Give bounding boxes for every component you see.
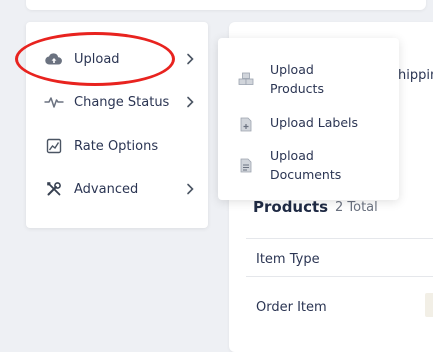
submenu-item-upload-documents[interactable]: Upload Documents <box>218 146 399 186</box>
chart-icon <box>44 136 64 156</box>
menu-item-label: Rate Options <box>74 138 159 154</box>
label-line: Documents <box>270 167 342 182</box>
menu-item-label: Change Status <box>74 94 170 110</box>
menu-item-label: Advanced <box>74 181 139 197</box>
products-count: 2 Total <box>335 200 378 215</box>
divider <box>246 238 433 239</box>
file-plus-icon <box>238 116 254 132</box>
divider <box>246 276 433 277</box>
activity-icon <box>44 92 64 112</box>
label-line: Products <box>270 81 324 96</box>
submenu-item-label: Upload Documents <box>270 146 390 184</box>
menu-item-label: Upload <box>74 51 120 67</box>
table-cell-item-type: Order Item <box>256 300 327 315</box>
menu-item-upload[interactable]: Upload <box>26 39 208 79</box>
cloud-upload-icon <box>44 49 64 69</box>
menu-item-change-status[interactable]: Change Status <box>26 82 208 122</box>
top-card <box>26 0 426 10</box>
chevron-right-icon <box>184 96 196 108</box>
label-line: Upload <box>270 148 314 163</box>
products-title: Products <box>253 198 329 216</box>
chevron-right-icon <box>184 183 196 195</box>
upload-submenu: Upload Products Upload Labels Upload Doc… <box>218 38 399 200</box>
submenu-item-upload-labels[interactable]: Upload Labels <box>218 113 399 135</box>
menu-item-rate-options[interactable]: Rate Options <box>26 126 208 166</box>
submenu-item-upload-products[interactable]: Upload Products <box>218 60 399 100</box>
shipping-heading-fragment: hippin <box>398 68 433 83</box>
file-text-icon <box>238 157 254 173</box>
menu-item-advanced[interactable]: Advanced <box>26 169 208 209</box>
label-line: Upload <box>270 62 314 77</box>
actions-menu: Upload Change Status Rate Options Advanc… <box>26 22 208 228</box>
submenu-item-label: Upload Products <box>270 60 390 98</box>
submenu-item-label: Upload Labels <box>270 115 359 130</box>
column-header-item-type[interactable]: Item Type <box>256 252 320 267</box>
tools-icon <box>44 179 64 199</box>
product-thumbnail[interactable] <box>425 293 433 317</box>
chevron-right-icon <box>184 53 196 65</box>
boxes-icon <box>238 71 254 87</box>
